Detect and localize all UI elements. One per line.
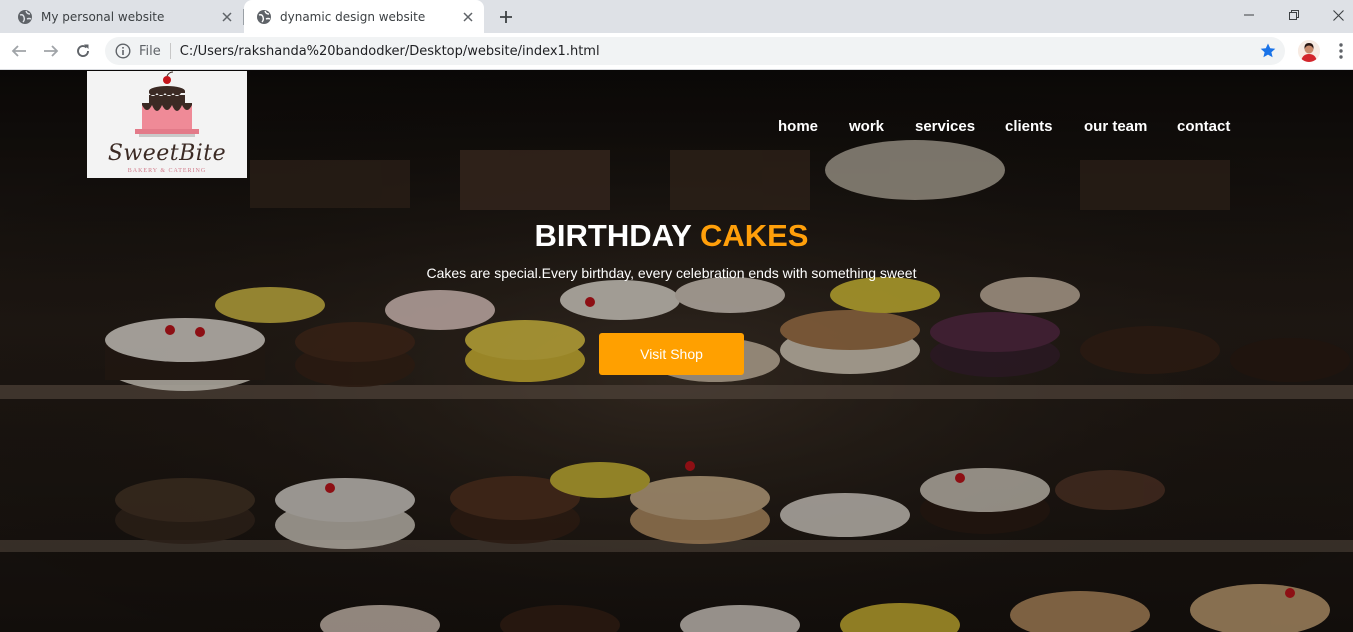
tab-my-personal-website[interactable]: My personal website <box>0 0 243 33</box>
tab-label: dynamic design website <box>280 9 426 24</box>
forward-button[interactable] <box>39 39 63 63</box>
restore-button[interactable] <box>1271 0 1316 30</box>
site-logo[interactable]: SweetBite BAKERY & CATERING <box>87 71 247 178</box>
close-icon <box>1333 9 1344 21</box>
browser-menu-button[interactable] <box>1332 42 1350 60</box>
profile-picture-icon <box>1298 40 1320 62</box>
nav-home[interactable]: home <box>778 118 818 135</box>
omnibox-divider <box>169 43 171 59</box>
logo-tagline: BAKERY & CATERING <box>127 168 207 174</box>
tab-label: My personal website <box>41 9 165 24</box>
minimize-button[interactable] <box>1226 0 1271 30</box>
url-text[interactable]: C:/Users/rakshanda%20bandodker/Desktop/w… <box>180 44 1259 59</box>
star-icon[interactable] <box>1259 42 1277 60</box>
nav-work[interactable]: work <box>849 118 884 135</box>
restore-icon <box>1288 10 1299 20</box>
logo-name: SweetBite <box>107 141 227 166</box>
arrow-left-icon <box>11 45 26 57</box>
page-viewport: SweetBite BAKERY & CATERING home work se… <box>0 70 1353 632</box>
close-tab-icon[interactable] <box>219 9 235 25</box>
plus-icon <box>500 11 512 23</box>
hero-title-main: BIRTHDAY <box>534 218 692 253</box>
cake-logo-icon <box>135 71 199 137</box>
back-button[interactable] <box>7 39 31 63</box>
scheme-label: File <box>139 43 161 59</box>
minimize-icon <box>1243 14 1254 16</box>
reload-button[interactable] <box>71 39 95 63</box>
hero-title: BIRTHDAY CAKES <box>0 218 1343 254</box>
visit-shop-button[interactable]: Visit Shop <box>599 333 744 375</box>
globe-icon <box>257 9 271 24</box>
tab-dynamic-design-website[interactable]: dynamic design website <box>244 0 484 33</box>
nav-our-team[interactable]: our team <box>1084 118 1147 135</box>
info-icon[interactable] <box>115 43 131 59</box>
more-vertical-icon <box>1339 43 1343 59</box>
new-tab-button[interactable] <box>495 6 517 28</box>
profile-avatar[interactable] <box>1298 40 1320 62</box>
globe-icon <box>18 9 32 24</box>
tab-strip: My personal website dynamic design websi… <box>0 0 1353 33</box>
browser-toolbar: File C:/Users/rakshanda%20bandodker/Desk… <box>0 33 1353 70</box>
hero-title-accent: CAKES <box>699 218 809 253</box>
hero-subtitle: Cakes are special.Every birthday, every … <box>426 265 917 281</box>
reload-icon <box>77 44 89 57</box>
nav-services[interactable]: services <box>915 118 975 135</box>
nav-clients[interactable]: clients <box>1005 118 1053 135</box>
close-tab-icon[interactable] <box>460 9 476 25</box>
address-bar[interactable]: File C:/Users/rakshanda%20bandodker/Desk… <box>105 37 1285 65</box>
nav-contact[interactable]: contact <box>1177 118 1230 135</box>
close-window-button[interactable] <box>1316 0 1353 30</box>
arrow-right-icon <box>44 45 59 57</box>
